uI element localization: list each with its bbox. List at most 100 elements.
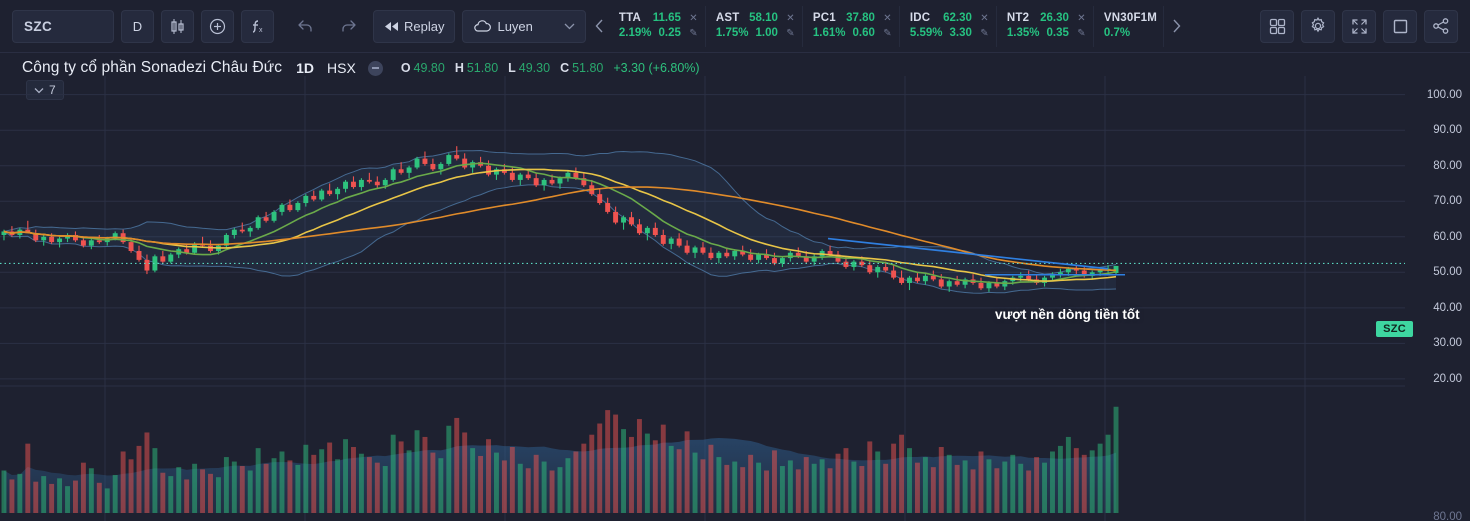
price-axis-tick: 40.00 (1433, 301, 1462, 314)
quote-symbol: PC1 (812, 12, 836, 24)
quote-symbol: TTA (618, 12, 641, 24)
quote-price: 62.30 (943, 12, 972, 24)
timeframe-label: D (132, 18, 143, 34)
change-value: +3.30 (+6.80%) (613, 61, 700, 75)
add-indicator-button[interactable] (201, 9, 234, 43)
high-label: H (454, 61, 464, 75)
plus-circle-icon (209, 18, 226, 35)
price-axis-tick: 70.00 (1433, 195, 1462, 208)
replay-button[interactable]: Replay (373, 9, 456, 43)
page-title: Công ty cổ phần Sonadezi Châu Đức (22, 59, 283, 76)
current-price-badge: SZC (1376, 321, 1413, 337)
close-icon[interactable]: ✕ (979, 11, 990, 26)
chart-type-button[interactable] (161, 9, 194, 43)
indicator-fx-icon: x (249, 18, 266, 35)
volume-axis-tick: 80.00 (1433, 511, 1462, 521)
top-toolbar: SZC D x Replay Luyen TTA 11.65 ✕ 2.19% 0… (0, 0, 1470, 53)
quote-percent: 1.75% (715, 27, 749, 39)
low-value: 49.30 (518, 61, 551, 75)
quote-percent: 0.7% (1103, 27, 1131, 39)
price-axis-tick: 60.00 (1433, 230, 1462, 243)
redo-button[interactable] (332, 10, 366, 43)
indicators-button[interactable]: x (241, 9, 274, 43)
layout-template-button[interactable]: Luyen (462, 9, 586, 43)
open-value: 49.80 (413, 61, 445, 75)
quote-symbol: IDC (909, 12, 931, 24)
chart-exchange: HSX (327, 60, 356, 76)
svg-text:x: x (259, 27, 263, 34)
chevron-down-icon (564, 22, 575, 30)
quote-change: 0.35 (1046, 27, 1069, 39)
edit-icon[interactable]: ✎ (688, 26, 699, 41)
price-axis[interactable]: 100.00 90.00 80.00 70.00 60.00 50.00 40.00 30.0… (1405, 76, 1470, 521)
quote-percent: 2.19% (618, 27, 652, 39)
symbol-value: SZC (24, 18, 53, 34)
close-icon[interactable]: ✕ (1076, 11, 1087, 26)
open-label: O (400, 61, 411, 75)
cloud-icon (473, 19, 492, 33)
share-button[interactable] (1424, 9, 1458, 43)
quotes-prev-button[interactable] (590, 10, 610, 43)
edit-icon[interactable]: ✎ (1076, 26, 1087, 41)
quote-item[interactable]: TTA 11.65 ✕ 2.19% 0.25 ✎ (610, 5, 706, 47)
quote-price: 37.80 (846, 12, 875, 24)
settings-button[interactable] (1301, 9, 1335, 43)
chart-timeframe[interactable]: 1D (296, 60, 314, 76)
visibility-toggle-icon[interactable] (367, 60, 383, 76)
close-icon[interactable]: ✕ (688, 11, 699, 26)
quote-change: 0.60 (852, 27, 875, 39)
quote-symbol: AST (715, 12, 740, 24)
redo-icon (340, 19, 358, 33)
gear-icon (1309, 17, 1327, 35)
quote-price: 58.10 (749, 12, 778, 24)
layout-label: Luyen (497, 18, 533, 34)
chart-annotation-text[interactable]: vượt nền dòng tiền tốt (995, 307, 1140, 322)
quote-price: 11.65 (652, 12, 681, 24)
undo-icon (296, 19, 314, 33)
quote-change: 1.00 (755, 27, 778, 39)
price-axis-tick: 20.00 (1433, 372, 1462, 385)
layout-grid-button[interactable] (1260, 9, 1294, 43)
quote-percent: 1.61% (812, 27, 846, 39)
quote-change: 0.25 (658, 27, 681, 39)
close-icon[interactable]: ✕ (785, 11, 796, 26)
quote-item[interactable]: VN30F1M 0.7% (1095, 5, 1165, 47)
quote-percent: 5.59% (909, 27, 943, 39)
candlestick-icon (170, 18, 185, 35)
price-axis-tick: 50.00 (1433, 266, 1462, 279)
watchlist-quotes: TTA 11.65 ✕ 2.19% 0.25 ✎ AST 58.10 ✕ 1.7… (590, 0, 1187, 53)
symbol-search-input[interactable]: SZC (12, 9, 114, 43)
ohlc-values: O 49.80 H 51.80 L 49.30 C 51.80 +3.30 (+6.80… (401, 61, 700, 75)
price-axis-tick: 30.00 (1433, 337, 1462, 350)
quote-symbol: NT2 (1006, 12, 1030, 24)
quote-symbol: VN30F1M (1103, 12, 1158, 24)
quote-change: 3.30 (949, 27, 972, 39)
right-toolbar (1260, 9, 1470, 43)
undo-button[interactable] (288, 10, 322, 43)
snapshot-icon (1392, 18, 1409, 35)
quote-percent: 1.35% (1006, 27, 1040, 39)
quote-item[interactable]: AST 58.10 ✕ 1.75% 1.00 ✎ (707, 5, 803, 47)
replay-label: Replay (404, 18, 445, 34)
price-axis-tick: 100.00 (1426, 88, 1462, 101)
edit-icon[interactable]: ✎ (979, 26, 990, 41)
volume-bars (1, 406, 1119, 513)
timeframe-button[interactable]: D (121, 9, 154, 43)
price-axis-tick: 90.00 (1433, 124, 1462, 137)
quotes-next-button[interactable] (1165, 10, 1187, 43)
quote-item[interactable]: NT2 26.30 ✕ 1.35% 0.35 ✎ (998, 5, 1094, 47)
quote-price: 26.30 (1040, 12, 1069, 24)
trading-chart-app: SZC D x Replay Luyen TTA 11.65 ✕ 2.19% 0… (0, 0, 1470, 521)
edit-icon[interactable]: ✎ (882, 26, 893, 41)
quote-item[interactable]: PC1 37.80 ✕ 1.61% 0.60 ✎ (804, 5, 900, 47)
share-icon (1432, 17, 1450, 35)
low-label: L (508, 61, 516, 75)
price-chart-canvas[interactable] (0, 76, 1405, 521)
snapshot-button[interactable] (1383, 9, 1417, 43)
quote-item[interactable]: IDC 62.30 ✕ 5.59% 3.30 ✎ (901, 5, 997, 47)
fullscreen-button[interactable] (1342, 9, 1376, 43)
edit-icon[interactable]: ✎ (785, 26, 796, 41)
close-value: 51.80 (572, 61, 604, 75)
undo-redo-group (281, 10, 366, 43)
close-icon[interactable]: ✕ (882, 11, 893, 26)
